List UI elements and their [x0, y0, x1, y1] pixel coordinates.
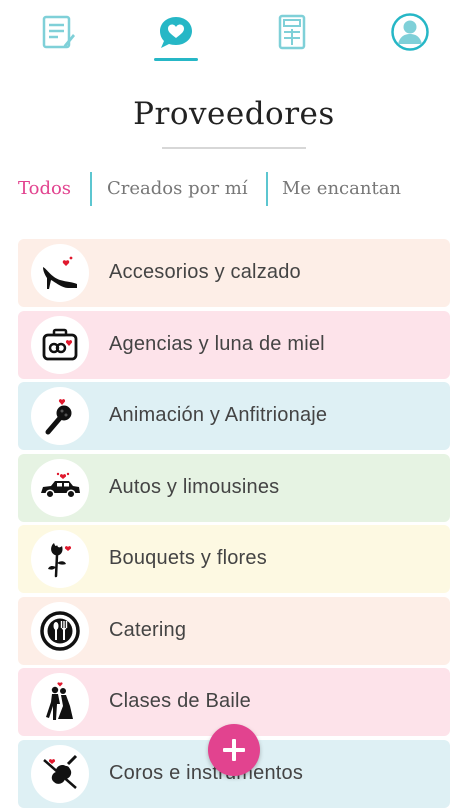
tab-calculator[interactable]	[262, 8, 322, 56]
title-divider	[162, 147, 306, 149]
list-item-label: Animación y Anfitrionaje	[109, 404, 328, 426]
list-item-label: Agencias y luna de miel	[109, 332, 325, 355]
filter-mine[interactable]: Creados por mí	[107, 178, 248, 199]
filter-liked[interactable]: Me encantan	[282, 178, 401, 199]
top-navigation	[0, 0, 468, 70]
car-icon	[41, 472, 80, 499]
plate-cutlery-icon	[40, 610, 80, 651]
list-item[interactable]: Bouquets y flores	[18, 525, 450, 593]
list-item-label: Coros e instrumentos	[109, 761, 304, 784]
high-heel-icon	[43, 256, 77, 289]
category-badge	[31, 244, 89, 302]
violin-icon	[43, 754, 78, 789]
category-badge	[31, 315, 89, 374]
list-item-label: Bouquets y flores	[109, 547, 267, 569]
category-badge	[31, 744, 89, 803]
list-item-label: Autos y limousines	[109, 475, 280, 498]
checklist-icon	[42, 15, 75, 49]
category-badge	[31, 387, 89, 445]
profile-icon	[391, 13, 429, 51]
suitcase-icon	[42, 328, 78, 360]
heart-chat-icon	[160, 17, 192, 48]
tab-checklist[interactable]	[28, 8, 88, 56]
list-item-label: Accesorios y calzado	[109, 261, 301, 283]
list-item-label: Catering	[109, 618, 187, 641]
list-item-label: Clases de Baile	[109, 690, 251, 712]
microphone-icon	[45, 399, 72, 435]
filter-all[interactable]: Todos	[18, 178, 71, 199]
active-tab-indicator	[154, 58, 198, 61]
calculator-icon	[278, 14, 306, 50]
list-item[interactable]: Accesorios y calzado	[18, 239, 450, 307]
tab-profile[interactable]	[380, 8, 440, 56]
list-item[interactable]: Catering	[18, 596, 450, 665]
category-badge	[31, 673, 89, 731]
list-item[interactable]: Agencias y luna de miel	[18, 310, 450, 379]
plus-icon	[223, 739, 245, 761]
filter-divider	[266, 172, 268, 206]
category-badge	[31, 530, 89, 588]
rose-icon	[48, 543, 72, 578]
list-item[interactable]: Animación y Anfitrionaje	[18, 382, 450, 450]
tab-favorites[interactable]	[146, 8, 206, 56]
filter-tabs: Todos Creados por mí Me encantan	[0, 172, 468, 208]
filter-divider	[90, 172, 92, 206]
dancers-icon	[46, 682, 73, 720]
category-badge	[31, 458, 89, 517]
page-title: Proveedores	[133, 96, 335, 132]
list-item[interactable]: Autos y limousines	[18, 453, 450, 522]
add-provider-button[interactable]	[208, 724, 260, 776]
category-badge	[31, 601, 89, 660]
